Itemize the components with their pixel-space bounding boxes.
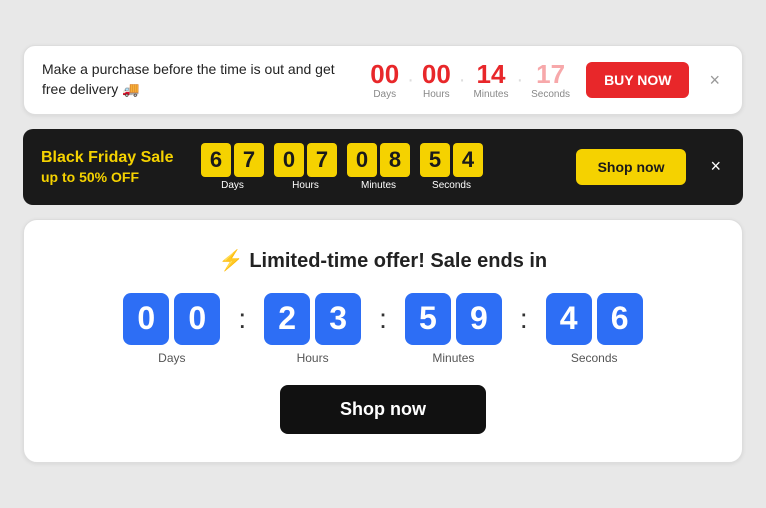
sale-shop-now-button[interactable]: Shop now [280,385,486,434]
minutes-label: Minutes [473,89,508,100]
bf-days-digits: 6 7 [201,143,264,177]
sale-minutes: 5 9 Minutes [405,293,502,365]
sep1: · [407,69,414,92]
countdown-minutes: 14 Minutes [473,61,508,100]
sale-seconds: 4 6 Seconds [546,293,643,365]
buy-now-button[interactable]: BUY NOW [586,62,689,98]
sale-seconds-d2: 6 [597,293,643,345]
delivery-countdown: 00 Days · 00 Hours · 14 Minutes · 17 Sec… [370,61,570,100]
bf-seconds-digits: 5 4 [420,143,483,177]
sale-days-digits: 0 0 [123,293,220,345]
sale-countdown: 0 0 Days : 2 3 Hours : 5 9 Minutes : 4 6 [123,293,642,365]
close-bf-button[interactable]: × [706,156,725,177]
sale-days: 0 0 Days [123,293,220,365]
sale-minutes-label: Minutes [432,351,474,365]
sale-days-label: Days [158,351,185,365]
countdown-seconds: 17 Seconds [531,61,570,100]
seconds-value: 17 [536,61,565,87]
sale-minutes-digits: 5 9 [405,293,502,345]
hours-value: 00 [422,61,451,87]
delivery-message: Make a purchase before the time is out a… [42,60,354,99]
sale-hours-d2: 3 [315,293,361,345]
sale-sep1: : [238,303,246,335]
close-delivery-button[interactable]: × [705,70,724,91]
sale-sep3: : [520,303,528,335]
sale-hours-d1: 2 [264,293,310,345]
bf-hours-d1: 0 [274,143,304,177]
sale-seconds-label: Seconds [571,351,618,365]
sep3: · [516,69,523,92]
days-value: 00 [370,61,399,87]
sale-hours-label: Hours [297,351,329,365]
bf-minutes-label: Minutes [361,180,396,191]
bf-seconds-d1: 5 [420,143,450,177]
bf-hours: 0 7 Hours [274,143,337,191]
bf-minutes: 0 8 Minutes [347,143,410,191]
bf-hours-label: Hours [292,180,319,191]
minutes-value: 14 [477,61,506,87]
sale-hours-digits: 2 3 [264,293,361,345]
hours-label: Hours [423,89,450,100]
delivery-banner: Make a purchase before the time is out a… [23,45,743,114]
sale-minutes-d2: 9 [456,293,502,345]
bf-days: 6 7 Days [201,143,264,191]
sale-banner: ⚡ Limited-time offer! Sale ends in 0 0 D… [23,219,743,463]
bf-days-d2: 7 [234,143,264,177]
bf-shop-now-button[interactable]: Shop now [576,149,687,185]
bf-seconds-d2: 4 [453,143,483,177]
sale-days-d1: 0 [123,293,169,345]
bf-text: Black Friday Sale up to 50% OFF [41,149,181,185]
countdown-hours: 00 Hours [422,61,451,100]
sale-sep2: : [379,303,387,335]
bf-subtitle: up to 50% OFF [41,169,181,185]
bf-countdown: 6 7 Days 0 7 Hours 0 8 Minutes 5 4 Secon… [201,143,556,191]
bf-minutes-d2: 8 [380,143,410,177]
bf-minutes-digits: 0 8 [347,143,410,177]
bf-days-d1: 6 [201,143,231,177]
sep2: · [459,69,466,92]
bf-hours-digits: 0 7 [274,143,337,177]
countdown-days: 00 Days [370,61,399,100]
bf-seconds-label: Seconds [432,180,471,191]
sale-seconds-digits: 4 6 [546,293,643,345]
sale-hours: 2 3 Hours [264,293,361,365]
bf-seconds: 5 4 Seconds [420,143,483,191]
days-label: Days [373,89,396,100]
bf-hours-d2: 7 [307,143,337,177]
seconds-label: Seconds [531,89,570,100]
bf-days-label: Days [221,180,244,191]
sale-seconds-d1: 4 [546,293,592,345]
sale-title: ⚡ Limited-time offer! Sale ends in [219,248,547,273]
sale-minutes-d1: 5 [405,293,451,345]
sale-days-d2: 0 [174,293,220,345]
bf-title: Black Friday Sale [41,149,181,167]
bf-minutes-d1: 0 [347,143,377,177]
bf-banner: Black Friday Sale up to 50% OFF 6 7 Days… [23,129,743,205]
